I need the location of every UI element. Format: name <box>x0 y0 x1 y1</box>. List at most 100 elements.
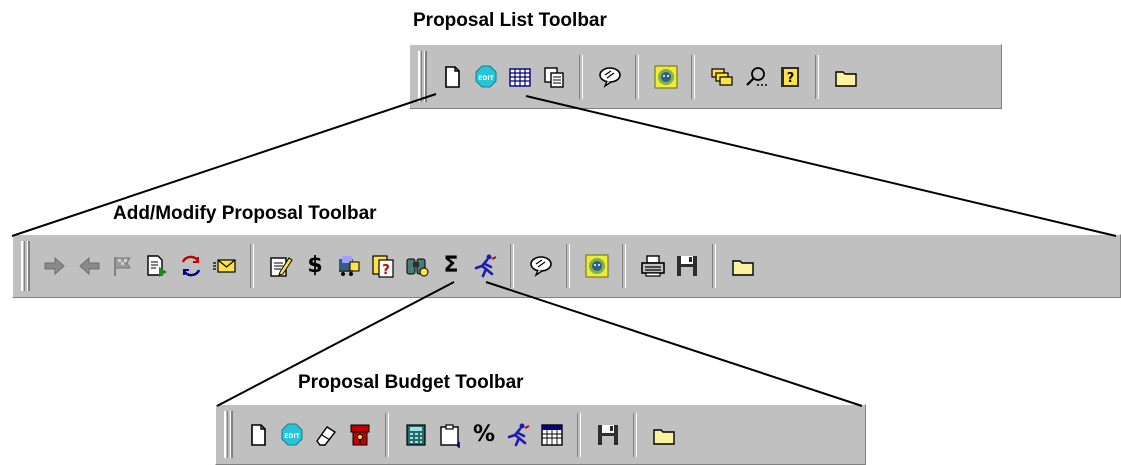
dollar-icon: $ <box>307 253 323 278</box>
arrow-left-button[interactable] <box>72 246 106 286</box>
proposal-budget-toolbar: EDIT% <box>215 404 866 465</box>
calendar-button[interactable] <box>535 415 569 455</box>
new-document-button[interactable] <box>435 57 469 97</box>
edit-button[interactable]: EDIT <box>275 415 309 455</box>
copy-icon <box>544 66 564 88</box>
svg-text:?: ? <box>787 71 795 86</box>
folder-button[interactable] <box>829 57 863 97</box>
folder-button[interactable] <box>647 415 681 455</box>
toolbar-separator <box>566 244 570 288</box>
running-man-button[interactable] <box>468 246 502 286</box>
edit-button[interactable]: EDIT <box>469 57 503 97</box>
toolbar-separator <box>815 54 819 99</box>
new-document-button[interactable] <box>241 415 275 455</box>
clipboard-icon <box>440 423 460 448</box>
callout-line <box>485 281 863 407</box>
arrow-right-icon <box>44 256 65 276</box>
grid-button[interactable] <box>503 57 537 97</box>
printer-button[interactable] <box>636 246 670 286</box>
toolbar-grip[interactable] <box>224 411 233 458</box>
percent-icon: % <box>472 421 496 447</box>
help-book-icon: ? <box>781 66 799 87</box>
binoculars-icon <box>406 258 429 277</box>
folder-icon <box>835 70 857 87</box>
speech-bubble-icon <box>530 256 552 277</box>
document-go-button[interactable] <box>140 246 174 286</box>
recycle-icon <box>181 255 201 277</box>
edit-icon: EDIT <box>281 423 303 445</box>
question-doc-button[interactable]: ? <box>366 246 400 286</box>
toolbar-separator <box>712 244 716 288</box>
arrow-left-icon <box>79 256 100 276</box>
calculator-button[interactable] <box>399 415 433 455</box>
folder-icon <box>732 260 754 276</box>
toolbar-separator <box>633 412 637 457</box>
speech-bubble-icon <box>599 66 621 88</box>
lion-button[interactable] <box>580 246 614 286</box>
save-button[interactable] <box>670 246 704 286</box>
running-man-icon <box>507 423 530 446</box>
toolbar-separator <box>250 244 254 288</box>
speech-bubble-button[interactable] <box>593 57 627 97</box>
sigma-icon: Σ <box>443 253 459 278</box>
eraser-icon <box>316 425 337 446</box>
layers-icon <box>711 67 733 86</box>
notepad-pencil-button[interactable] <box>264 246 298 286</box>
dollar-button[interactable]: $ <box>298 246 332 286</box>
printer-icon <box>641 255 665 277</box>
toolbar-separator <box>577 412 581 457</box>
copy-button[interactable] <box>537 57 571 97</box>
toolbar-separator <box>635 54 639 99</box>
toolbar-separator <box>622 244 626 288</box>
flag-button[interactable] <box>106 246 140 286</box>
toolbar-separator <box>510 244 514 288</box>
binoculars-button[interactable] <box>400 246 434 286</box>
recycle-button[interactable] <box>174 246 208 286</box>
svg-text:EDIT: EDIT <box>478 75 494 82</box>
calculator-icon <box>406 423 426 446</box>
grid-icon <box>509 67 531 87</box>
save-icon <box>598 424 618 445</box>
speech-bubble-button[interactable] <box>524 246 558 286</box>
cart-button[interactable] <box>332 246 366 286</box>
proposal-budget-toolbar-caption: Proposal Budget Toolbar <box>298 372 524 393</box>
percent-button[interactable]: % <box>467 415 501 455</box>
svg-text:?: ? <box>382 263 390 278</box>
clipboard-button[interactable] <box>433 415 467 455</box>
folder-icon <box>653 428 675 445</box>
envelope-icon <box>213 259 236 273</box>
toolbar-separator <box>385 412 389 457</box>
proposal-list-toolbar: EDIT? <box>409 44 1002 109</box>
sigma-button[interactable]: Σ <box>434 246 468 286</box>
layers-button[interactable] <box>705 57 739 97</box>
save-button[interactable] <box>591 415 625 455</box>
lock-icon <box>350 424 370 445</box>
flag-icon <box>114 257 131 276</box>
eraser-button[interactable] <box>309 415 343 455</box>
help-book-button[interactable]: ? <box>773 57 807 97</box>
arrow-right-button[interactable] <box>38 246 72 286</box>
running-man-button[interactable] <box>501 415 535 455</box>
toolbar-separator <box>691 54 695 99</box>
lock-button[interactable] <box>343 415 377 455</box>
add-modify-proposal-toolbar: $? Σ <box>12 234 1121 298</box>
running-man-icon <box>474 254 497 278</box>
toolbar-grip[interactable] <box>21 241 30 291</box>
cart-icon <box>339 256 360 276</box>
new-document-icon <box>445 65 460 88</box>
folder-button[interactable] <box>726 246 760 286</box>
proposal-list-toolbar-caption: Proposal List Toolbar <box>413 10 607 31</box>
lion-button[interactable] <box>649 57 683 97</box>
toolbar-separator <box>579 54 583 99</box>
new-document-icon <box>251 423 266 446</box>
question-doc-icon: ? <box>372 255 394 278</box>
save-icon <box>677 256 697 276</box>
search-icon <box>746 66 767 86</box>
lion-icon <box>585 254 609 278</box>
callout-line <box>525 95 1117 237</box>
calendar-icon <box>541 423 563 446</box>
toolbar-grip[interactable] <box>418 51 427 102</box>
envelope-button[interactable] <box>208 246 242 286</box>
search-button[interactable] <box>739 57 773 97</box>
document-go-icon <box>147 255 167 277</box>
